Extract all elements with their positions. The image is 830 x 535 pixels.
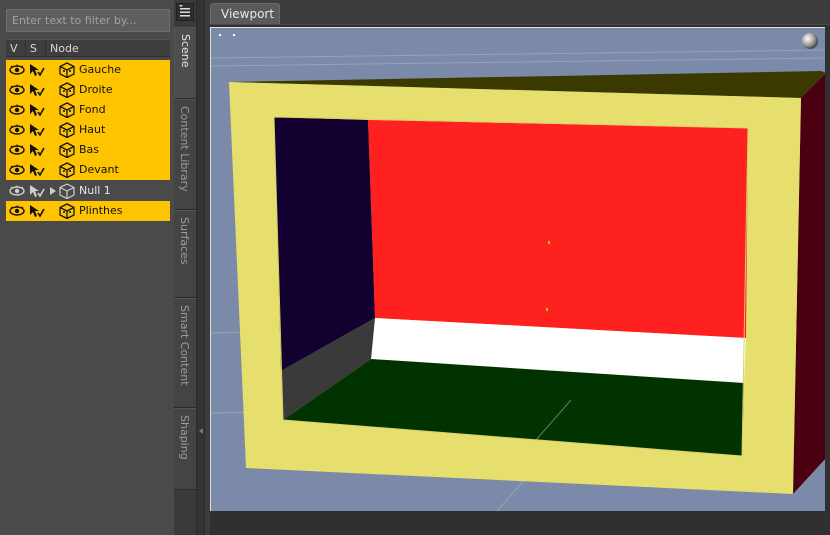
scene-tree: Gauche Droite Fond Haut Bas Devant Null 1 Plint… — [6, 60, 170, 221]
selectable-cursor-icon[interactable] — [29, 204, 45, 218]
marker — [548, 241, 550, 244]
visibility-eye-icon[interactable] — [9, 64, 25, 76]
side-tab-strip: Scene Content Library Surfaces Smart Con… — [174, 0, 196, 535]
figure-cube-icon — [59, 203, 75, 220]
tree-row-label: Gauche — [79, 63, 122, 76]
tree-row[interactable]: Devant — [6, 160, 170, 180]
figure-cube-icon — [59, 122, 75, 139]
tree-row-label: Bas — [79, 143, 100, 156]
tree-row[interactable]: Plinthes — [6, 201, 170, 221]
filter-input[interactable] — [6, 9, 170, 32]
visibility-eye-icon[interactable] — [9, 205, 25, 217]
tree-row[interactable]: Bas — [6, 140, 170, 160]
visibility-eye-icon[interactable] — [9, 164, 25, 176]
column-header-selectability[interactable]: S — [26, 40, 46, 56]
selectable-cursor-icon[interactable] — [29, 163, 45, 177]
selectable-cursor-icon[interactable] — [29, 83, 45, 97]
tab-shaping[interactable]: Shaping — [174, 408, 196, 490]
figure-cube-icon — [59, 62, 75, 79]
collapse-arrow-icon[interactable] — [199, 428, 204, 434]
selectable-cursor-icon[interactable] — [29, 103, 45, 117]
figure-cube-icon — [59, 162, 75, 179]
daz-studio-window: V S Node Gauche Droite Fond Haut Bas Devant Nu… — [0, 0, 830, 535]
tree-row-label: Haut — [79, 123, 106, 136]
tree-header: V S Node — [6, 39, 170, 57]
viewport-panel: Viewport — [205, 0, 830, 535]
3d-scene[interactable] — [211, 28, 825, 511]
visibility-eye-icon[interactable] — [9, 185, 25, 197]
visibility-eye-icon[interactable] — [9, 124, 25, 136]
tree-row[interactable]: Haut — [6, 120, 170, 140]
viewport-canvas[interactable] — [210, 27, 825, 511]
selectable-cursor-icon[interactable] — [29, 184, 45, 198]
marker — [233, 34, 235, 36]
null-node-icon — [59, 183, 75, 200]
selectable-cursor-icon[interactable] — [29, 123, 45, 137]
selectable-cursor-icon[interactable] — [29, 143, 45, 157]
camera-sphere-icon[interactable] — [801, 32, 819, 50]
column-header-node[interactable]: Node — [46, 40, 170, 56]
menu-icon — [179, 5, 190, 17]
tab-surfaces[interactable]: Surfaces — [174, 210, 196, 298]
figure-cube-icon — [59, 142, 75, 159]
tab-content-library[interactable]: Content Library — [174, 99, 196, 210]
visibility-eye-icon[interactable] — [9, 144, 25, 156]
tree-row[interactable]: Gauche — [6, 60, 170, 80]
tree-row-label: Fond — [79, 103, 106, 116]
figure-cube-icon — [59, 102, 75, 119]
tab-smart-content[interactable]: Smart Content — [174, 298, 196, 408]
column-header-visibility[interactable]: V — [6, 40, 26, 56]
pane-splitter[interactable] — [196, 0, 205, 535]
tab-scene[interactable]: Scene — [174, 27, 196, 99]
tree-row[interactable]: Null 1 — [6, 181, 170, 201]
tree-row[interactable]: Droite — [6, 80, 170, 100]
selectable-cursor-icon[interactable] — [29, 63, 45, 77]
tree-row-label: Droite — [79, 83, 113, 96]
marker — [219, 34, 221, 36]
tree-row[interactable]: Fond — [6, 100, 170, 120]
back-wall — [368, 120, 748, 338]
marker — [546, 308, 548, 311]
visibility-eye-icon[interactable] — [9, 104, 25, 116]
tree-row-label: Null 1 — [79, 184, 111, 197]
tree-row-label: Devant — [79, 163, 119, 176]
scene-panel: V S Node Gauche Droite Fond Haut Bas Devant Nu… — [0, 0, 174, 535]
figure-cube-icon — [59, 82, 75, 99]
tab-viewport[interactable]: Viewport — [210, 3, 280, 24]
expand-arrow-icon[interactable] — [49, 186, 57, 196]
pane-menu-button[interactable] — [176, 3, 194, 21]
tree-row-label: Plinthes — [79, 204, 123, 217]
visibility-eye-icon[interactable] — [9, 84, 25, 96]
